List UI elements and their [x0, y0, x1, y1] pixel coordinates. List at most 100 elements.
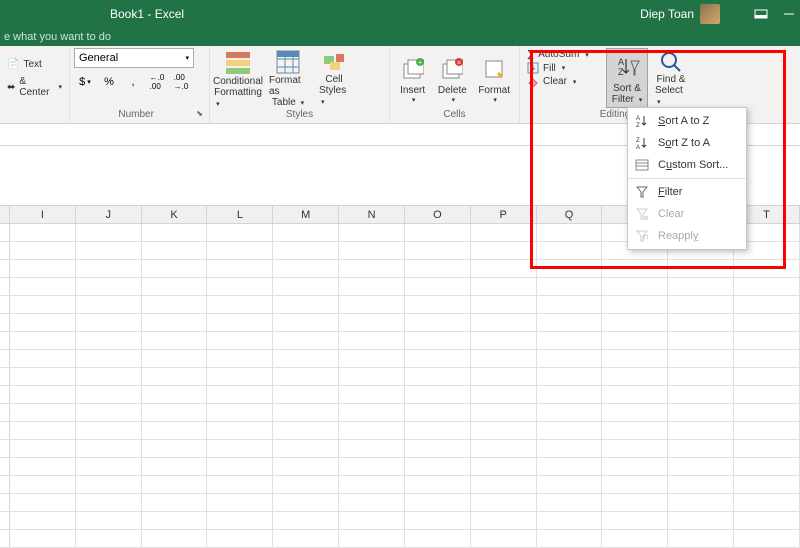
cell[interactable] [10, 458, 76, 476]
cell[interactable] [76, 332, 142, 350]
cell[interactable] [339, 512, 405, 530]
cell[interactable] [537, 278, 603, 296]
col-header[interactable]: J [76, 206, 142, 223]
cell[interactable] [668, 332, 734, 350]
cell[interactable] [10, 242, 76, 260]
cell[interactable] [471, 440, 537, 458]
cell[interactable] [142, 386, 208, 404]
cell[interactable] [734, 260, 800, 278]
cell[interactable] [405, 440, 471, 458]
cell[interactable] [668, 458, 734, 476]
cell[interactable] [734, 314, 800, 332]
cell[interactable] [142, 242, 208, 260]
col-header[interactable]: I [10, 206, 76, 223]
cell[interactable] [405, 368, 471, 386]
cell[interactable] [142, 440, 208, 458]
cell[interactable] [339, 242, 405, 260]
cell[interactable] [0, 296, 10, 314]
col-header[interactable]: M [273, 206, 339, 223]
cell[interactable] [339, 494, 405, 512]
minimize-icon[interactable] [782, 7, 796, 21]
col-header[interactable]: Q [537, 206, 603, 223]
cell[interactable] [207, 314, 273, 332]
cell[interactable] [76, 476, 142, 494]
cell[interactable] [76, 494, 142, 512]
cell[interactable] [668, 386, 734, 404]
cell[interactable] [207, 332, 273, 350]
cell[interactable] [207, 260, 273, 278]
cell[interactable] [207, 404, 273, 422]
cell[interactable] [471, 476, 537, 494]
cell[interactable] [273, 260, 339, 278]
cell[interactable] [76, 404, 142, 422]
cell[interactable] [602, 278, 668, 296]
sort-az-item[interactable]: AZ Sort A to Z [628, 110, 746, 132]
cell[interactable] [405, 242, 471, 260]
cell[interactable] [76, 440, 142, 458]
cell[interactable] [207, 494, 273, 512]
accounting-format-button[interactable]: $▾ [74, 72, 96, 92]
cell[interactable] [734, 512, 800, 530]
cell[interactable] [339, 332, 405, 350]
cell[interactable] [339, 440, 405, 458]
cell[interactable] [537, 494, 603, 512]
col-header[interactable]: K [142, 206, 208, 223]
cell[interactable] [668, 422, 734, 440]
cell[interactable] [668, 440, 734, 458]
cell[interactable] [734, 386, 800, 404]
cell[interactable] [537, 296, 603, 314]
cell[interactable] [339, 260, 405, 278]
cell[interactable] [405, 494, 471, 512]
col-header[interactable]: L [207, 206, 273, 223]
cell[interactable] [602, 476, 668, 494]
cell[interactable] [471, 278, 537, 296]
cell[interactable] [339, 224, 405, 242]
cell[interactable] [602, 332, 668, 350]
cell[interactable] [207, 296, 273, 314]
cell[interactable] [471, 224, 537, 242]
cell[interactable] [734, 494, 800, 512]
cell[interactable] [273, 350, 339, 368]
cell[interactable] [273, 368, 339, 386]
cell[interactable] [668, 278, 734, 296]
cell[interactable] [0, 368, 10, 386]
cell[interactable] [602, 350, 668, 368]
col-header[interactable]: P [471, 206, 537, 223]
cell[interactable] [471, 314, 537, 332]
sort-za-item[interactable]: ZA Sort Z to A [628, 132, 746, 154]
cell[interactable] [142, 224, 208, 242]
cell[interactable] [0, 224, 10, 242]
cell[interactable] [0, 260, 10, 278]
cell[interactable] [339, 368, 405, 386]
format-as-table-button[interactable]: Format as Table ▾ [264, 48, 312, 108]
cell[interactable] [471, 386, 537, 404]
cell[interactable] [339, 476, 405, 494]
cell[interactable] [142, 332, 208, 350]
cell[interactable] [734, 476, 800, 494]
cell[interactable] [602, 368, 668, 386]
cell[interactable] [273, 458, 339, 476]
cell[interactable] [273, 422, 339, 440]
cell[interactable] [10, 350, 76, 368]
cell[interactable] [405, 512, 471, 530]
col-header[interactable]: N [339, 206, 405, 223]
cell[interactable] [0, 278, 10, 296]
merge-center-button[interactable]: ⬌ & Center ▾ [4, 75, 65, 99]
cell[interactable] [273, 314, 339, 332]
cell[interactable] [207, 242, 273, 260]
cell[interactable] [602, 440, 668, 458]
cell[interactable] [537, 386, 603, 404]
cell[interactable] [0, 476, 10, 494]
cell[interactable] [76, 314, 142, 332]
cell[interactable] [207, 278, 273, 296]
cell[interactable] [142, 422, 208, 440]
cell[interactable] [207, 422, 273, 440]
cell[interactable] [207, 368, 273, 386]
cell[interactable] [537, 368, 603, 386]
cell[interactable] [10, 386, 76, 404]
cell[interactable] [76, 224, 142, 242]
cell[interactable] [273, 224, 339, 242]
cell-styles-button[interactable]: Cell Styles ▾ [314, 48, 354, 108]
cell[interactable] [602, 314, 668, 332]
number-format-dropdown[interactable]: General ▾ [74, 48, 194, 68]
